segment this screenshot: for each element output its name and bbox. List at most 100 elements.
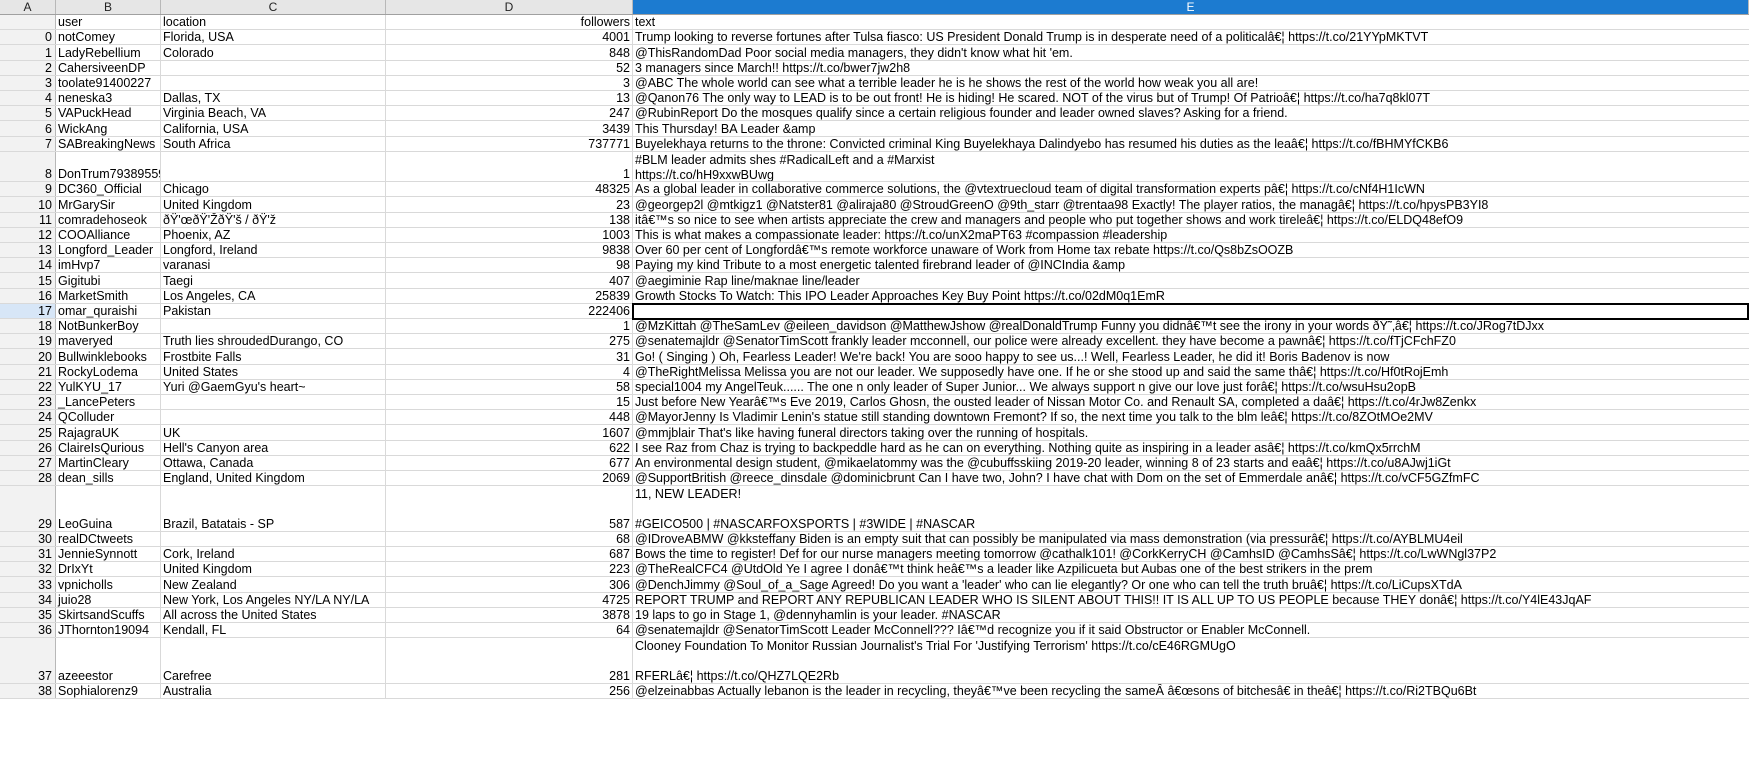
cell-followers[interactable]: 98 [386, 258, 633, 273]
cell-followers[interactable]: 4 [386, 364, 633, 379]
cell-location[interactable]: Brazil, Batatais - SP [161, 486, 386, 531]
cell-text[interactable]: Buyelekhaya returns to the throne: Convi… [633, 137, 1749, 151]
cell-text[interactable]: @SupportBritish @reece_dinsdale @dominic… [633, 471, 1749, 485]
cell-text[interactable]: @DenchJimmy @Soul_of_a_Sage Agreed! Do y… [633, 577, 1749, 592]
column-header-c[interactable]: C [161, 0, 386, 14]
cell-user[interactable]: NotBunkerBoy [56, 319, 161, 334]
cell-followers[interactable]: 52 [386, 60, 633, 75]
cell-text[interactable]: @senatemajldr @SenatorTimScott frankly l… [633, 334, 1749, 348]
cell-user[interactable]: QColluder [56, 410, 161, 425]
row-number[interactable]: 33 [0, 577, 56, 592]
cell-location[interactable]: varanasi [161, 258, 386, 273]
cell-text[interactable]: This is what makes a compassionate leade… [633, 228, 1749, 242]
cell-user[interactable]: realDCtweets [56, 531, 161, 546]
cell-text[interactable]: #BLM leader admits shes #RadicalLeft and… [633, 152, 1749, 181]
row-number[interactable]: 25 [0, 425, 56, 440]
cell-followers[interactable]: 1 [386, 151, 633, 182]
column-header-d[interactable]: D [386, 0, 633, 14]
cell-text[interactable]: @senatemajldr @SenatorTimScott Leader Mc… [633, 623, 1749, 637]
cell-location[interactable]: Taegi [161, 273, 386, 288]
cell-followers[interactable]: 1 [386, 319, 633, 334]
cell-text[interactable]: @georgep2l @mtkigz1 @Natster81 @aliraja8… [633, 197, 1749, 212]
row-number[interactable]: 31 [0, 547, 56, 562]
cell-followers[interactable]: 23 [386, 197, 633, 212]
row-number[interactable]: 8 [0, 151, 56, 182]
cell-user[interactable]: Longford_Leader [56, 243, 161, 258]
cell-text[interactable]: Clooney Foundation To Monitor Russian Jo… [633, 638, 1749, 683]
cell-text[interactable]: This Thursday! BA Leader &amp [633, 121, 1749, 136]
row-number[interactable]: 2 [0, 60, 56, 75]
cell-followers[interactable]: 222406 [386, 303, 633, 318]
cell-followers[interactable]: 58 [386, 379, 633, 394]
cell-text[interactable]: Go! ( Singing ) Oh, Fearless Leader! We'… [633, 349, 1749, 364]
cell-followers[interactable]: 1003 [386, 227, 633, 242]
cell-text[interactable]: @TheRightMelissa Melissa you are not our… [633, 365, 1749, 379]
row-number[interactable]: 0 [0, 30, 56, 45]
cell-location[interactable]: New Zealand [161, 577, 386, 592]
cell-text[interactable]: @mmjblair That's like having funeral dir… [633, 425, 1749, 440]
cell-user[interactable]: comradehoseok [56, 212, 161, 227]
cell-location[interactable] [161, 319, 386, 334]
cell-user[interactable]: DonTrum79389559 [56, 151, 161, 182]
cell-text[interactable]: Just before New Yearâ€™s Eve 2019, Carlo… [633, 395, 1749, 409]
cell-followers[interactable]: 64 [386, 623, 633, 638]
cell-text[interactable]: Growth Stocks To Watch: This IPO Leader … [633, 289, 1749, 303]
cell-text[interactable]: 3 managers since March!! https://t.co/bw… [633, 61, 1749, 75]
cell-followers[interactable]: 407 [386, 273, 633, 288]
row-number[interactable]: 3 [0, 75, 56, 90]
cell-text[interactable]: @MzKittah @TheSamLev @eileen_davidson @M… [633, 319, 1749, 333]
cell-location[interactable]: Truth lies shroudedDurango, CO [161, 334, 386, 349]
cell-followers[interactable]: 31 [386, 349, 633, 364]
column-header-b[interactable]: B [56, 0, 161, 14]
cell-text[interactable]: @RubinReport Do the mosques qualify sinc… [633, 106, 1749, 120]
cell-text[interactable]: Over 60 per cent of Longfordâ€™s remote … [633, 243, 1749, 257]
row-number[interactable]: 7 [0, 136, 56, 151]
cell-followers[interactable]: followers [386, 15, 633, 30]
cell-location[interactable]: Virginia Beach, VA [161, 106, 386, 121]
cell-location[interactable]: Los Angeles, CA [161, 288, 386, 303]
cell-location[interactable]: All across the United States [161, 607, 386, 622]
cell-followers[interactable]: 15 [386, 395, 633, 410]
cell-user[interactable]: Bullwinklebooks [56, 349, 161, 364]
cell-text[interactable]: 11, NEW LEADER! #GEICO500 | #NASCARFOXSP… [633, 486, 1749, 531]
cell-user[interactable]: VAPuckHead [56, 106, 161, 121]
cell-text[interactable]: @Qanon76 The only way to LEAD is to be o… [633, 91, 1749, 105]
row-number[interactable]: 28 [0, 471, 56, 486]
cell-followers[interactable]: 1607 [386, 425, 633, 440]
row-number[interactable]: 10 [0, 197, 56, 212]
cell-user[interactable]: MrGarySir [56, 197, 161, 212]
cell-followers[interactable]: 587 [386, 486, 633, 531]
cell-text[interactable]: Bows the time to register! Def for our n… [633, 547, 1749, 561]
cell-user[interactable]: juio28 [56, 592, 161, 607]
cell-location[interactable]: United States [161, 364, 386, 379]
cell-location[interactable]: Hell's Canyon area [161, 440, 386, 455]
cell-user[interactable]: user [56, 15, 161, 30]
row-number[interactable]: 9 [0, 182, 56, 197]
cell-text[interactable]: text [633, 15, 1749, 29]
cell-user[interactable]: COOAlliance [56, 227, 161, 242]
cell-text[interactable]: @aegiminie Rap line/maknae line/leader [633, 273, 1749, 288]
row-number[interactable]: 17 [0, 303, 56, 318]
row-number[interactable]: 18 [0, 319, 56, 334]
row-number[interactable]: 24 [0, 410, 56, 425]
cell-location[interactable]: Frostbite Falls [161, 349, 386, 364]
cell-text[interactable]: REPORT TRUMP and REPORT ANY REPUBLICAN L… [633, 593, 1749, 607]
cell-user[interactable]: Sophialorenz9 [56, 683, 161, 698]
cell-followers[interactable]: 138 [386, 212, 633, 227]
row-number[interactable]: 4 [0, 91, 56, 106]
cell-location[interactable]: Yuri @GaemGyu's heart~ [161, 379, 386, 394]
cell-text[interactable]: special1004 my AngelTeuk...... The one n… [633, 380, 1749, 394]
cell-user[interactable]: DC360_Official [56, 182, 161, 197]
cell-text[interactable]: Trump looking to reverse fortunes after … [633, 30, 1749, 44]
cell-text[interactable]: itâ€™s so nice to see when artists appre… [633, 213, 1749, 227]
cell-followers[interactable]: 677 [386, 455, 633, 470]
cell-location[interactable]: California, USA [161, 121, 386, 136]
cell-user[interactable]: dean_sills [56, 471, 161, 486]
cell-followers[interactable]: 306 [386, 577, 633, 592]
cell-user[interactable]: LeoGuina [56, 486, 161, 531]
cell-followers[interactable]: 3 [386, 75, 633, 90]
cell-text[interactable]: 19 laps to go in Stage 1, @dennyhamlin i… [633, 608, 1749, 622]
cell-user[interactable]: Gigitubi [56, 273, 161, 288]
cell-user[interactable]: RockyLodema [56, 364, 161, 379]
spreadsheet-grid[interactable]: A B C D E user location followers text 0 notC… [0, 0, 1749, 772]
